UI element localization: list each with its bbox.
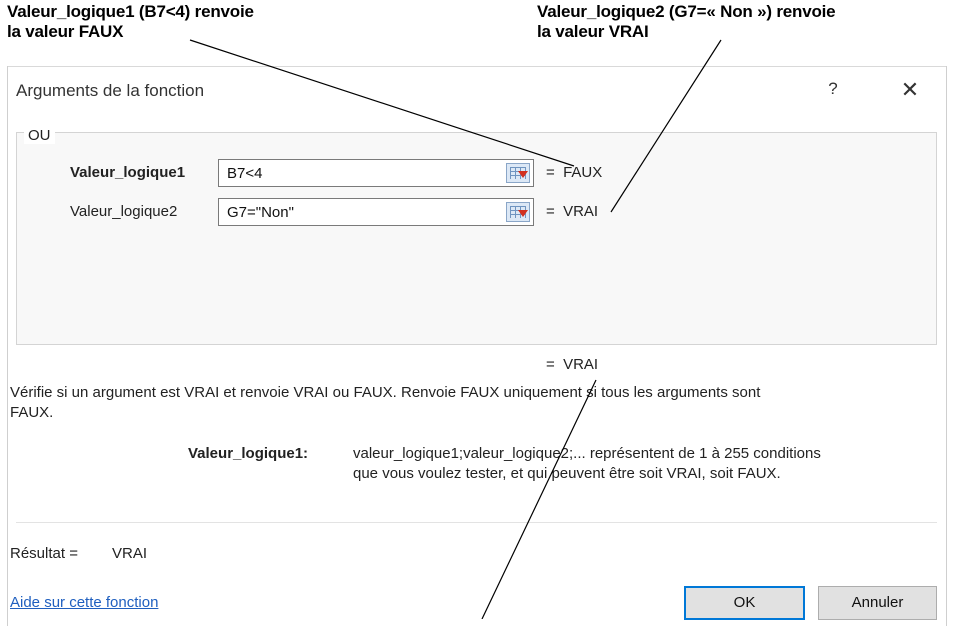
arg1-input[interactable] — [219, 160, 497, 186]
callout-line: Valeur_logique2 (G7=« Non ») renvoie — [537, 2, 836, 21]
description-line: FAUX. — [10, 404, 54, 421]
ok-button[interactable]: OK — [684, 586, 805, 620]
range-select-icon[interactable] — [506, 163, 530, 183]
callout-line: la valeur FAUX — [7, 22, 124, 41]
cancel-button[interactable]: Annuler — [818, 586, 937, 620]
arg-help-line: valeur_logique1;valeur_logique2;... repr… — [353, 445, 821, 462]
arg2-input[interactable] — [219, 199, 497, 225]
help-link[interactable]: Aide sur cette fonction — [10, 594, 158, 611]
title-bar: Arguments de la fonction ? ✕ — [8, 66, 946, 115]
arg2-field[interactable] — [218, 198, 534, 226]
result-label: Résultat = — [10, 545, 78, 562]
formula-result: = VRAI — [546, 356, 599, 373]
range-select-icon[interactable] — [506, 202, 530, 222]
callout-line: Valeur_logique1 (B7<4) renvoie — [7, 2, 254, 21]
divider — [16, 522, 937, 523]
description-line: Vérifie si un argument est VRAI et renvo… — [10, 384, 761, 401]
dialog-title: Arguments de la fonction — [16, 81, 205, 100]
callout-valeur-logique2: Valeur_logique2 (G7=« Non ») renvoie la … — [537, 2, 836, 42]
arg-help-label: Valeur_logique1: — [188, 445, 309, 462]
function-arguments-dialog: Arguments de la fonction ? ✕ OU Valeur_l… — [7, 66, 947, 626]
arg2-result: = VRAI — [546, 203, 599, 220]
close-icon[interactable]: ✕ — [898, 77, 922, 103]
callout-valeur-logique1: Valeur_logique1 (B7<4) renvoie la valeur… — [7, 2, 254, 42]
arg2-label: Valeur_logique2 — [70, 203, 178, 220]
callout-line: la valeur VRAI — [537, 22, 649, 41]
arg-help-text: valeur_logique1;valeur_logique2;... repr… — [353, 444, 821, 484]
result-value: VRAI — [112, 545, 148, 562]
arg1-field[interactable] — [218, 159, 534, 187]
function-description: Vérifie si un argument est VRAI et renvo… — [10, 383, 946, 423]
arg1-label: Valeur_logique1 — [70, 164, 186, 181]
function-name: OU — [24, 127, 55, 144]
help-icon[interactable]: ? — [823, 79, 843, 99]
arg1-result: = FAUX — [546, 164, 603, 181]
arg-help-line: que vous voulez tester, et qui peuvent ê… — [353, 465, 781, 482]
